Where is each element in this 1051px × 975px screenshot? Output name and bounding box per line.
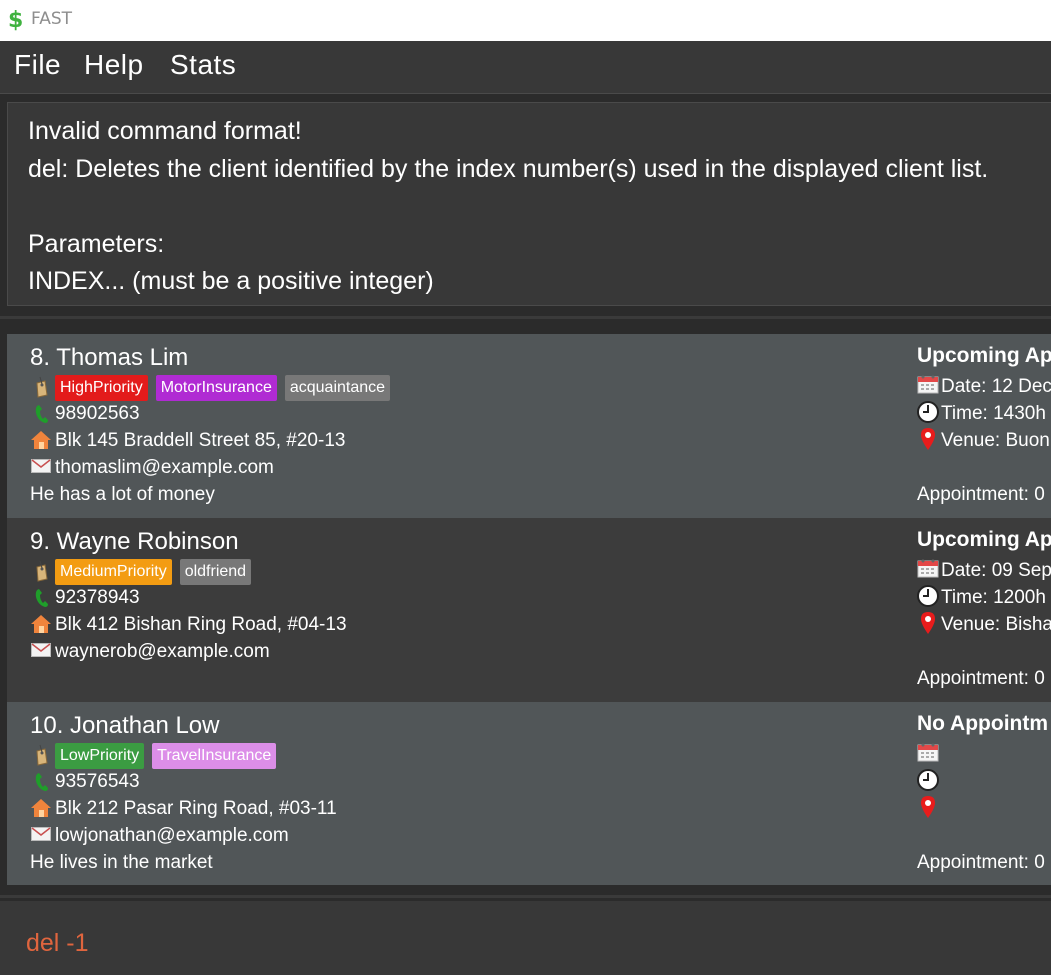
tag: HighPriority [55, 375, 148, 401]
client-remark: He has a lot of money [30, 484, 215, 505]
window-title: FAST [31, 9, 73, 29]
client-address: Blk 212 Pasar Ring Road, #03-11 [55, 798, 337, 819]
menu-bar: File Help Stats [0, 41, 1051, 94]
result-line-parameters: Parameters: [28, 230, 165, 258]
menu-stats[interactable]: Stats [170, 49, 236, 81]
client-phone: 98902563 [55, 403, 140, 424]
command-box [0, 901, 1051, 975]
clock-icon [917, 769, 939, 791]
client-name: 10. Jonathan Low [30, 712, 220, 739]
tag: LowPriority [55, 743, 145, 769]
calendar-icon [917, 559, 939, 578]
appointment-title: Upcoming Ap [917, 528, 1051, 551]
tag: TravelInsurance [152, 743, 277, 769]
client-name: 9. Wayne Robinson [30, 528, 239, 555]
tag-icon [36, 744, 48, 766]
calendar-icon [917, 375, 939, 394]
command-input[interactable] [18, 923, 1046, 963]
location-pin-icon [921, 612, 935, 634]
clock-icon [917, 401, 939, 423]
divider [0, 895, 1051, 898]
phone-icon [35, 405, 48, 423]
envelope-icon [31, 827, 51, 841]
location-pin-icon [921, 428, 935, 450]
tag: acquaintance [284, 375, 391, 401]
client-card[interactable]: 10. Jonathan Low LowPriority TravelInsur… [7, 702, 1051, 885]
envelope-icon [31, 643, 51, 657]
appointment-time: Time: 1200h [941, 587, 1046, 608]
appointment-date: Date: 12 Dec [941, 376, 1051, 397]
client-email: waynerob@example.com [55, 641, 270, 662]
svg-text:$: $ [8, 8, 23, 32]
client-remark: He lives in the market [30, 852, 213, 873]
client-name: 8. Thomas Lim [30, 344, 189, 371]
tag: MotorInsurance [155, 375, 277, 401]
tag-icon [36, 560, 48, 582]
house-icon [31, 615, 51, 633]
client-address: Blk 412 Bishan Ring Road, #04-13 [55, 614, 347, 635]
result-line-error: Invalid command format! [28, 117, 302, 145]
divider [0, 316, 1051, 319]
calendar-icon [917, 743, 939, 762]
appointment-venue: Venue: Buon [941, 430, 1050, 451]
menu-help[interactable]: Help [84, 49, 144, 81]
appointment-count: Appointment: 0 [917, 668, 1045, 689]
menu-file[interactable]: File [14, 49, 61, 81]
tag: MediumPriority [55, 559, 172, 585]
client-list[interactable]: 8. Thomas Lim HighPriority MotorInsuranc… [7, 334, 1051, 885]
clock-icon [917, 585, 939, 607]
appointment-title: No Appointm [917, 712, 1049, 735]
location-pin-icon [921, 796, 935, 818]
house-icon [31, 799, 51, 817]
dollar-icon: $ [8, 8, 23, 32]
appointment-count: Appointment: 0 [917, 484, 1045, 505]
tag-list: MediumPriority oldfriend [55, 559, 252, 585]
appointment-count: Appointment: 0 [917, 852, 1045, 873]
tag: oldfriend [179, 559, 252, 585]
client-card[interactable]: 9. Wayne Robinson MediumPriority oldfrie… [7, 518, 1051, 702]
appointment-date: Date: 09 Sep [941, 560, 1051, 581]
house-icon [31, 431, 51, 449]
tag-icon [36, 376, 48, 398]
phone-icon [35, 589, 48, 607]
window-titlebar: $ FAST [0, 0, 1051, 41]
appointment-time: Time: 1430h [941, 403, 1046, 424]
tag-list: LowPriority TravelInsurance [55, 743, 277, 769]
client-phone: 93576543 [55, 771, 140, 792]
tag-list: HighPriority MotorInsurance acquaintance [55, 375, 391, 401]
client-email: thomaslim@example.com [55, 457, 274, 478]
result-line-index: INDEX... (must be a positive integer) [28, 267, 434, 295]
envelope-icon [31, 459, 51, 473]
result-display[interactable]: Invalid command format! del: Deletes the… [7, 102, 1051, 306]
appointment-venue: Venue: Bisha [941, 614, 1051, 635]
appointment-title: Upcoming Ap [917, 344, 1051, 367]
client-address: Blk 145 Braddell Street 85, #20-13 [55, 430, 346, 451]
client-phone: 92378943 [55, 587, 140, 608]
client-email: lowjonathan@example.com [55, 825, 289, 846]
phone-icon [35, 773, 48, 791]
result-line-usage: del: Deletes the client identified by th… [28, 155, 989, 183]
client-card[interactable]: 8. Thomas Lim HighPriority MotorInsuranc… [7, 334, 1051, 518]
